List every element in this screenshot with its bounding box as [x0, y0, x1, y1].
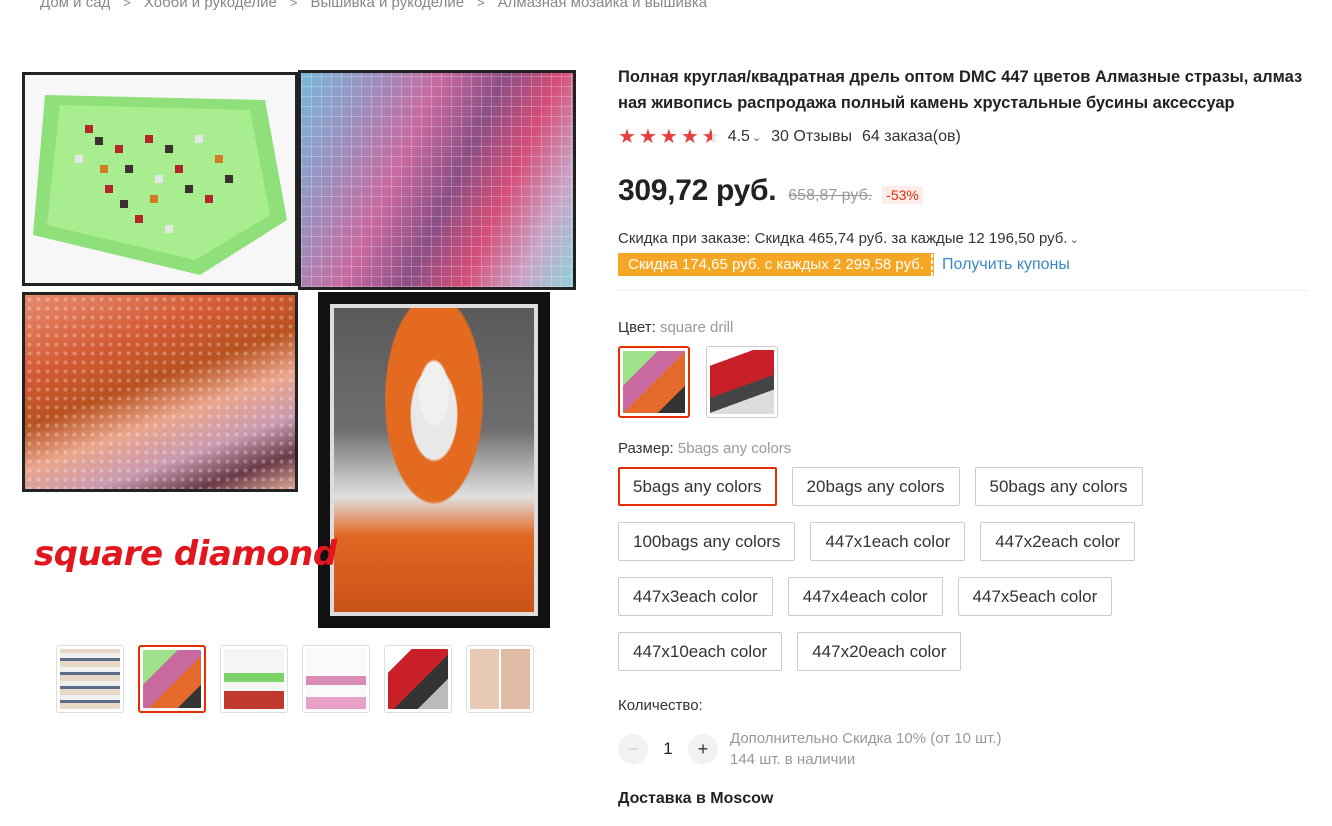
size-selected-value: 5bags any colors	[677, 440, 792, 457]
star-icon: ★	[680, 126, 699, 148]
quantity-label: Количество:	[618, 697, 703, 714]
stock-text: 144 шт. в наличии	[730, 751, 856, 768]
color-option-image	[710, 350, 774, 414]
thumbnail-strip	[56, 645, 534, 713]
size-option-447x10[interactable]: 447x10each color	[618, 632, 783, 671]
thumbnail-1[interactable]	[56, 645, 124, 713]
main-product-image[interactable]: square diamond	[20, 64, 580, 634]
star-icon: ★	[618, 126, 636, 148]
image-caption: square diamond	[34, 534, 337, 574]
star-half-icon: ★	[701, 126, 720, 148]
current-price: 309,72 руб.	[618, 174, 777, 207]
size-option-447x4[interactable]: 447x4each color	[787, 577, 943, 616]
size-option-447x5[interactable]: 447x5each color	[957, 577, 1113, 616]
rating-stars: ★ ★ ★ ★ ★	[618, 127, 720, 147]
breadcrumb-item-embroidery[interactable]: Вышивка и рукоделие	[310, 0, 464, 11]
color-option-square-drill[interactable]	[618, 346, 690, 418]
image-panel-tray	[22, 72, 298, 286]
coupon-badge: Скидка 174,65 руб. с каждых 2 299,58 руб…	[614, 253, 938, 276]
color-label: Цвет:	[618, 319, 656, 336]
thumbnail-6[interactable]	[466, 645, 534, 713]
quantity-stepper: − 1 + Дополнительно Скидка 10% (от 10 шт…	[618, 728, 1308, 770]
thumbnail-5[interactable]	[384, 645, 452, 713]
delivery-title: Доставка в Moscow	[618, 790, 774, 807]
chevron-right-icon: >	[123, 0, 131, 10]
size-option-447x3[interactable]: 447x3each color	[618, 577, 773, 616]
breadcrumb-item-home-garden[interactable]: Дом и сад	[40, 0, 110, 11]
size-option-447x20[interactable]: 447x20each color	[797, 632, 962, 671]
size-label-row: Размер: 5bags any colors	[618, 440, 1308, 457]
order-discount[interactable]: Скидка при заказе: Скидка 465,74 руб. за…	[618, 230, 1308, 247]
order-discount-text: Скидка при заказе: Скидка 465,74 руб. за…	[618, 230, 1068, 247]
thumbnail-2[interactable]	[138, 645, 206, 713]
price-row: 309,72 руб. 658,87 руб. -53%	[618, 174, 1308, 208]
star-icon: ★	[638, 126, 657, 148]
size-option-100bags[interactable]: 100bags any colors	[618, 522, 796, 561]
breadcrumb-item-hobby[interactable]: Хобби и рукоделие	[144, 0, 277, 11]
chevron-right-icon: >	[289, 0, 298, 10]
breadcrumb-item-diamond-mosaic[interactable]: Алмазная мозаика и вышивка	[498, 0, 707, 11]
quantity-decrease-button[interactable]: −	[618, 734, 648, 764]
size-option-20bags[interactable]: 20bags any colors	[791, 467, 960, 506]
divider	[618, 290, 1308, 291]
thumbnail-4[interactable]	[302, 645, 370, 713]
tiger-picture	[330, 304, 538, 616]
rating-value[interactable]: 4.5	[728, 128, 750, 146]
size-option-50bags[interactable]: 50bags any colors	[974, 467, 1143, 506]
extra-discount-text: Дополнительно Скидка 10% (от 10 шт.)	[730, 730, 1002, 747]
image-panel-pattern-chart	[298, 70, 576, 290]
quantity-info: Дополнительно Скидка 10% (от 10 шт.) 144…	[730, 728, 1002, 770]
color-option-round-drill[interactable]	[706, 346, 778, 418]
drill-dots	[25, 295, 295, 489]
color-selected-value: square drill	[659, 319, 734, 336]
product-title: Полная круглая/квадратная дрель оптом DM…	[618, 68, 1303, 112]
old-price: 658,87 руб.	[788, 187, 873, 204]
quantity-increase-button[interactable]: +	[688, 734, 718, 764]
tray-illustration	[33, 95, 287, 275]
color-options	[618, 346, 1308, 418]
star-icon: ★	[659, 126, 678, 148]
chevron-down-icon[interactable]: ⌄	[752, 131, 761, 144]
discount-badge: -53%	[882, 186, 923, 204]
chevron-right-icon: >	[477, 0, 485, 10]
breadcrumb: Дом и сад > Хобби и рукоделие > Вышивка …	[40, 0, 707, 11]
thumbnail-3[interactable]	[220, 645, 288, 713]
chevron-down-icon[interactable]: ⌄	[1070, 234, 1079, 246]
image-panel-drill-closeup	[22, 292, 298, 492]
product-info: Полная круглая/квадратная дрель оптом DM…	[614, 64, 1308, 808]
pattern-grid	[301, 73, 573, 287]
rating-row: ★ ★ ★ ★ ★ 4.5 ⌄ 30 Отзывы 64 заказа(ов)	[618, 126, 1308, 148]
size-option-447x2[interactable]: 447x2each color	[980, 522, 1135, 561]
size-option-447x1[interactable]: 447x1each color	[810, 522, 966, 561]
image-panel-tiger	[318, 292, 550, 628]
size-options: 5bags any colors 20bags any colors 50bag…	[618, 467, 1178, 671]
size-option-5bags[interactable]: 5bags any colors	[618, 467, 777, 506]
quantity-value[interactable]: 1	[648, 739, 688, 759]
orders-count: 64 заказа(ов)	[862, 128, 961, 145]
color-option-image	[623, 351, 685, 413]
get-coupons-link[interactable]: Получить купоны	[942, 256, 1070, 274]
size-label: Размер:	[618, 440, 674, 457]
color-label-row: Цвет: square drill	[618, 319, 1308, 336]
coupon-row: Скидка 174,65 руб. с каждых 2 299,58 руб…	[614, 253, 1308, 276]
reviews-link[interactable]: 30 Отзывы	[771, 128, 852, 146]
